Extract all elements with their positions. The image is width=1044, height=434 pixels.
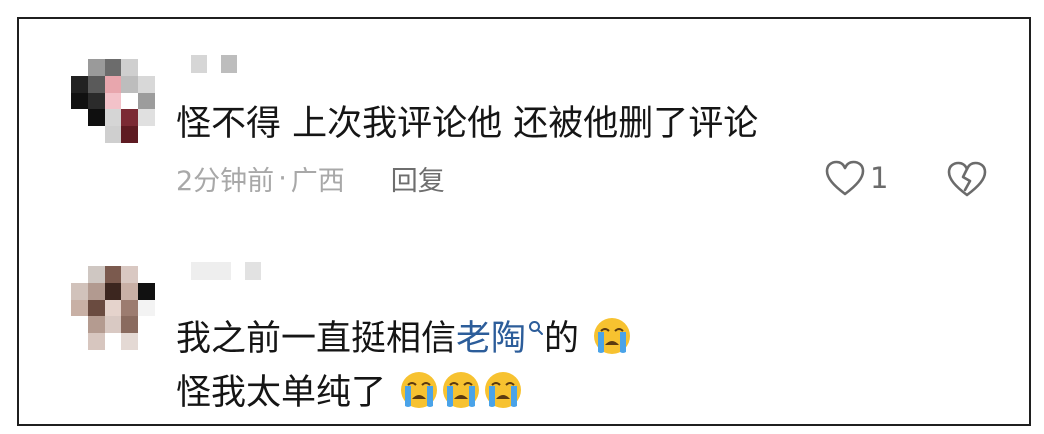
comment-text: 怪不得 上次我评论他 还被他删了评论	[176, 104, 759, 144]
search-icon[interactable]	[528, 320, 544, 336]
reply-button[interactable]: 回复	[391, 159, 445, 198]
timestamp: 2分钟前	[176, 166, 275, 197]
heart-icon	[825, 160, 865, 196]
like-count: 1	[870, 161, 889, 195]
comment-text: 我之前一直挺相信	[176, 319, 457, 359]
search-link[interactable]: 老陶	[456, 319, 526, 359]
dislike-button[interactable]	[946, 160, 988, 202]
username-redacted[interactable]	[191, 55, 237, 73]
comment-text-line-2: 怪我太单纯了	[176, 370, 523, 416]
avatar[interactable]	[71, 59, 155, 143]
crying-face-emoji	[485, 372, 522, 408]
avatar[interactable]	[71, 266, 155, 350]
separator: ·	[278, 163, 287, 194]
comment-meta: 2分钟前 · 广西 回复	[176, 159, 445, 198]
comment-text: 怪我太单纯了	[176, 373, 387, 413]
crying-face-emoji	[594, 318, 631, 354]
crying-face-emoji	[401, 372, 438, 408]
broken-heart-icon	[947, 161, 987, 197]
username-redacted[interactable]	[191, 262, 261, 280]
comment-text: 的	[544, 319, 580, 359]
location: 广西	[290, 166, 345, 197]
crying-face-emoji	[443, 372, 480, 408]
like-button[interactable]: 1	[824, 159, 888, 197]
comment-text-line-1: 我之前一直挺相信老陶的	[176, 316, 632, 362]
screenshot-frame: 怪不得 上次我评论他 还被他删了评论 2分钟前 · 广西 回复 1 我之前一直挺…	[17, 17, 1031, 426]
